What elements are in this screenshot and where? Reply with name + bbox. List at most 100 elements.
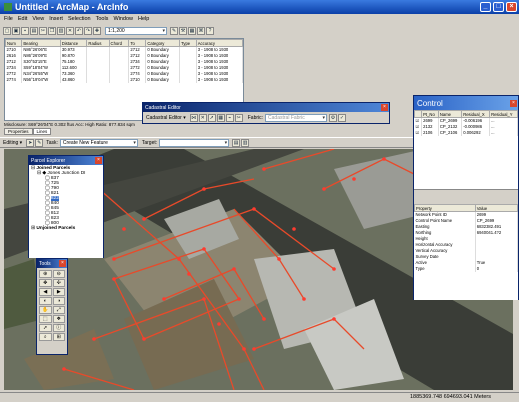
new-icon[interactable]: ▢ — [3, 26, 11, 35]
col-chord[interactable]: Chord — [108, 39, 130, 47]
task-combo[interactable]: Create New Feature — [59, 138, 138, 147]
col-pt-no[interactable]: Pt_No — [421, 110, 439, 118]
checkbox[interactable]: ☑ — [414, 129, 423, 136]
cell[interactable]: N56°19'04"W — [21, 76, 61, 83]
command-line-icon[interactable]: ⌘ — [197, 26, 205, 35]
menu-insert[interactable]: Insert — [49, 16, 63, 22]
menu-file[interactable]: File — [4, 16, 13, 22]
col-distance[interactable]: Distance — [59, 39, 88, 47]
back-icon[interactable]: ◀ — [39, 288, 52, 296]
sketch-tool-icon[interactable]: ✎ — [35, 138, 44, 147]
fabric-combo[interactable]: Cadastral Fabric — [265, 114, 328, 122]
forward-icon[interactable]: ▶ — [52, 288, 65, 296]
delete-icon[interactable]: ✕ — [66, 26, 74, 35]
property-value[interactable]: 0 — [475, 265, 519, 272]
menu-help[interactable]: Help — [138, 16, 149, 22]
close-icon[interactable]: × — [59, 260, 66, 267]
cell[interactable]: ... — [489, 129, 518, 136]
fabric-settings-icon[interactable]: ⚙ — [329, 114, 338, 122]
open-icon[interactable]: ▣ — [12, 26, 20, 35]
scale-combo[interactable]: 1:1,200 — [105, 26, 167, 35]
arctoolbox-icon[interactable]: ⚒ — [179, 26, 187, 35]
menu-tools[interactable]: Tools — [96, 16, 109, 22]
cell[interactable] — [179, 76, 197, 83]
link-icon[interactable]: ⌁ — [225, 114, 234, 122]
cell[interactable]: 43.860 — [60, 76, 88, 83]
table-row[interactable]: 2774 N56°19'04"W 43.860 2710 0 Boundary 3 - 1… — [5, 76, 244, 83]
col-category[interactable]: Category — [145, 39, 181, 47]
whats-this-icon[interactable]: ? — [206, 26, 214, 35]
zoom-out-icon[interactable]: ⊖ — [52, 270, 65, 278]
col-to[interactable]: To — [128, 39, 147, 47]
arrow-icon[interactable]: ➚ — [207, 114, 216, 122]
col-num[interactable]: Num — [4, 39, 23, 47]
cell[interactable]: 2106 — [421, 129, 439, 136]
fabric-status-icon[interactable]: ✓ — [338, 114, 347, 122]
cell[interactable]: 0.006292 — [461, 129, 491, 136]
property-row[interactable]: Type 0 — [414, 265, 519, 272]
cut-icon[interactable]: ✂ — [39, 26, 47, 35]
copy-icon[interactable]: ❐ — [48, 26, 56, 35]
menu-view[interactable]: View — [32, 16, 44, 22]
print-icon[interactable]: ▤ — [30, 26, 38, 35]
redo-icon[interactable]: ↷ — [84, 26, 92, 35]
scissors-icon[interactable]: ✂ — [234, 114, 243, 122]
zoom-in-icon[interactable]: ⊕ — [39, 270, 52, 278]
tab-lines[interactable]: Lines — [32, 128, 52, 135]
rotate-right-icon[interactable]: ◑ — [52, 297, 65, 305]
cell[interactable] — [109, 76, 130, 83]
col-check[interactable] — [413, 110, 423, 118]
editor-toolbar-icon[interactable]: ✎ — [170, 26, 178, 35]
rotate-left-icon[interactable]: ◐ — [39, 297, 52, 305]
menu-edit[interactable]: Edit — [18, 16, 27, 22]
sketch-properties-icon[interactable]: ▥ — [241, 138, 250, 147]
col-bearing[interactable]: Bearing — [21, 39, 61, 47]
close-icon[interactable]: × — [510, 99, 517, 107]
full-extent-icon[interactable]: ⤢ — [52, 306, 65, 314]
identify-icon[interactable]: ⓘ — [52, 324, 65, 332]
close-icon[interactable]: × — [381, 104, 388, 111]
grid-icon[interactable]: ▦ — [216, 114, 225, 122]
target-combo[interactable] — [159, 138, 230, 147]
attributes-icon[interactable]: ▤ — [232, 138, 241, 147]
table-row[interactable]: ☑ 2106 CP_2106 0.006292... — [414, 129, 518, 136]
cadastral-editor-menu[interactable]: Cadastral Editor ▾ — [146, 115, 186, 121]
cross-icon[interactable]: ✕ — [198, 114, 207, 122]
cell[interactable]: CP_2106 — [438, 129, 463, 136]
join-icon[interactable]: ⋈ — [189, 114, 198, 122]
fixed-zoom-out-icon[interactable]: ✣ — [52, 279, 65, 287]
menu-window[interactable]: Window — [113, 16, 133, 22]
save-icon[interactable]: ▪ — [21, 26, 29, 35]
cell[interactable]: 0 Boundary — [145, 76, 181, 83]
find-icon[interactable]: ⌕ — [39, 333, 52, 341]
clear-selection-icon[interactable]: ❖ — [52, 315, 65, 323]
measure-icon[interactable]: ⊞ — [52, 333, 65, 341]
pan-icon[interactable]: ✋ — [39, 306, 52, 314]
add-data-icon[interactable]: ✚ — [93, 26, 101, 35]
col-name[interactable]: Name — [437, 110, 463, 118]
close-button[interactable]: × — [506, 2, 517, 12]
fixed-zoom-in-icon[interactable]: ✥ — [39, 279, 52, 287]
col-residual-y[interactable]: Residual_Y — [489, 110, 518, 118]
select-features-icon[interactable]: ⬚ — [39, 315, 52, 323]
tab-properties[interactable]: Properties — [4, 128, 33, 135]
cell[interactable]: 3 - 1908 to 1930 — [196, 76, 244, 83]
minimize-button[interactable]: _ — [480, 2, 491, 12]
undo-icon[interactable]: ↶ — [75, 26, 83, 35]
cell[interactable]: 2774 — [5, 76, 23, 83]
cell[interactable]: 2710 — [128, 76, 147, 83]
col-radius[interactable]: Radius — [86, 39, 110, 47]
edit-tool-icon[interactable]: ➤ — [26, 138, 35, 147]
arccatalog-icon[interactable]: ▦ — [188, 26, 196, 35]
cell[interactable] — [86, 76, 110, 83]
menu-selection[interactable]: Selection — [68, 16, 91, 22]
col-accuracy[interactable]: Accuracy — [195, 39, 244, 47]
paste-icon[interactable]: ▥ — [57, 26, 65, 35]
col-residual-x[interactable]: Residual_X — [461, 110, 491, 118]
tree-unjoined[interactable]: ⊞ Unjoined Parcels — [31, 226, 101, 231]
maximize-button[interactable]: □ — [493, 2, 504, 12]
editor-menu[interactable]: Editing ▾ — [3, 140, 22, 146]
col-type[interactable]: Type — [179, 39, 197, 47]
select-elements-icon[interactable]: ➚ — [39, 324, 52, 332]
close-icon[interactable]: × — [95, 157, 102, 164]
